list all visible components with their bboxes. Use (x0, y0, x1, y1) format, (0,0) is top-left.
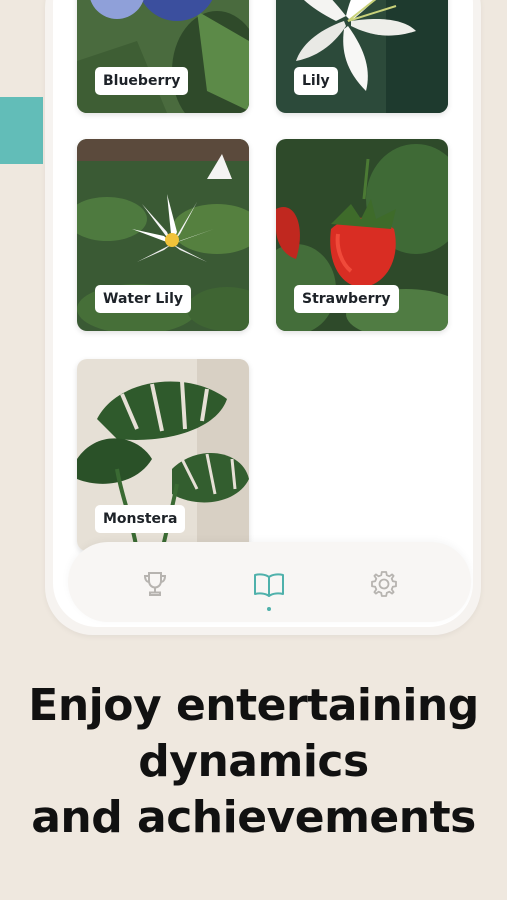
plant-card-lily[interactable]: Lily (276, 0, 448, 113)
blueberry-photo (77, 0, 249, 113)
tab-achievements[interactable] (137, 566, 173, 602)
headline-line-1: Enjoy entertaining (28, 680, 479, 731)
book-icon (254, 573, 284, 597)
tab-library[interactable] (251, 566, 287, 602)
card-label: Lily (294, 67, 338, 95)
plant-card-water-lily[interactable]: Water Lily (77, 139, 249, 331)
plant-card-strawberry[interactable]: Strawberry (276, 139, 448, 331)
card-label: Monstera (95, 505, 186, 533)
bottom-tab-bar (68, 542, 471, 622)
phone-frame: Blueberry Lily Water Lily Strawberry Mon… (45, 0, 481, 635)
lily-photo (276, 0, 448, 113)
headline-line-2: dynamics (138, 736, 369, 787)
promo-headline: Enjoy entertaining dynamics and achievem… (0, 678, 507, 846)
plant-card-blueberry[interactable]: Blueberry (77, 0, 249, 113)
card-label: Water Lily (95, 285, 192, 313)
phone-screen: Blueberry Lily Water Lily Strawberry Mon… (53, 0, 473, 627)
active-tab-indicator (267, 607, 271, 611)
card-label: Blueberry (95, 67, 189, 95)
headline-line-3: and achievements (31, 792, 476, 843)
card-label: Strawberry (294, 285, 399, 313)
teal-decor-bar (0, 97, 43, 164)
trophy-icon (143, 572, 167, 596)
gear-icon (371, 571, 397, 597)
plant-card-monstera[interactable]: Monstera (77, 359, 249, 551)
tab-settings[interactable] (366, 566, 402, 602)
